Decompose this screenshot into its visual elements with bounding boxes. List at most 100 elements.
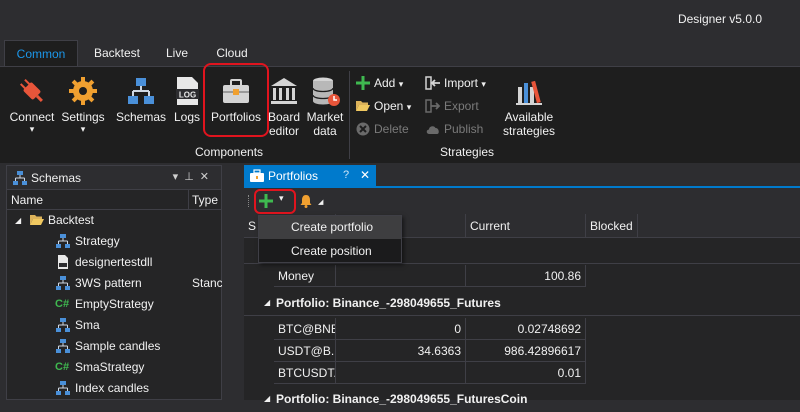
tree-item-label: Backtest (48, 213, 95, 227)
help-icon[interactable]: ? (343, 169, 349, 181)
tree-item-sma[interactable]: Sma (7, 315, 221, 336)
group-row[interactable]: ◢ Portfolio: Binance_-298049655_FuturesC… (244, 386, 800, 412)
portfolio-toolbar: ▾ ◢ (244, 188, 800, 214)
schema-icon (13, 171, 27, 185)
tab-live[interactable]: Live (156, 40, 198, 67)
cell-begin: 0 (336, 318, 466, 340)
export-strategy-button[interactable]: Export (425, 96, 479, 116)
ribbon-separator (349, 71, 350, 159)
tree-item-label: designertestdll (75, 255, 153, 269)
briefcase-icon (250, 169, 264, 182)
tree-item-sample-candles[interactable]: Sample candles (7, 336, 221, 357)
tree-item-label: Sma (75, 318, 100, 332)
column-header[interactable]: Current (466, 214, 586, 238)
bell-icon[interactable] (298, 193, 314, 209)
title-bar: Designer v5.0.0 (0, 0, 800, 40)
tree-item-label: SmaStrategy (75, 360, 145, 374)
cell-name: BTC@BNB (274, 318, 336, 340)
column-divider (188, 190, 189, 210)
close-icon[interactable]: ✕ (200, 171, 215, 183)
folder-open-icon (30, 215, 44, 225)
menu-item-create-position[interactable]: Create position (259, 240, 401, 263)
schemas-button[interactable]: Schemas (114, 67, 168, 124)
collapse-arrow-icon[interactable]: ◢ (264, 386, 270, 412)
csharp-icon: C# (55, 298, 70, 310)
ribbon: Connect ▾ Settings ▾ Schemas LOG Logs Po… (0, 63, 800, 163)
dropdown-arrow-icon[interactable]: ◢ (318, 198, 323, 206)
collapse-arrow-icon[interactable]: ◢ (15, 210, 21, 231)
schemas-panel: Schemas ▾⊥✕ Name Type ◢ Backtest Strateg… (6, 165, 223, 400)
dropdown-arrow-icon: ▾ (29, 124, 35, 134)
app-title: Designer v5.0.0 (677, 12, 762, 26)
delete-strategy-button[interactable]: Delete (355, 119, 409, 139)
tree-item-3ws-pattern[interactable]: 3WS pattern Stanc (7, 273, 223, 294)
plug-icon (19, 78, 43, 102)
column-type[interactable]: Type (192, 193, 218, 207)
log-file-icon: LOG (176, 77, 199, 105)
available-label-1: Available (504, 110, 554, 124)
tree-item-emptystrategy[interactable]: C# EmptyStrategy (7, 294, 221, 315)
import-strategy-button[interactable]: Import ▾ (425, 73, 486, 93)
svg-text:LOG: LOG (179, 91, 196, 100)
market-data-button[interactable]: Market data (304, 67, 346, 138)
cloud-icon (426, 126, 439, 134)
table-row[interactable]: BTC@BNB 0 0.02748692 (244, 318, 800, 340)
table-row[interactable]: BTCUSDT... 0.01 (244, 362, 800, 384)
collapse-arrow-icon[interactable]: ◢ (264, 290, 270, 316)
tree-item-smastrategy[interactable]: C# SmaStrategy (7, 357, 221, 378)
column-header[interactable]: Blocked (586, 214, 638, 238)
tree-item-backtest[interactable]: ◢ Backtest (7, 210, 221, 231)
tab-portfolios-label: Portfolios (268, 169, 319, 183)
tree-item-label: 3WS pattern (75, 276, 142, 290)
tree-item-label: Index candles (75, 381, 150, 395)
cell-name: Money (274, 265, 336, 287)
schemas-panel-title: Schemas (31, 171, 82, 185)
cell-current: 0.01 (466, 362, 586, 384)
cell-current: 0.02748692 (466, 318, 586, 340)
connect-button[interactable]: Connect ▾ (6, 67, 58, 134)
board-editor-button[interactable]: Board editor (264, 67, 304, 138)
tree-item-type: Stanc (192, 276, 223, 290)
delete-label: Delete (374, 122, 409, 136)
table-row[interactable]: Money 100.86 (244, 265, 800, 287)
tab-common[interactable]: Common (4, 40, 78, 67)
tree-item-designertestdll[interactable]: designertestdll (7, 252, 221, 273)
publish-label: Publish (444, 122, 484, 136)
tree-item-label: Sample candles (75, 339, 161, 353)
add-strategy-button[interactable]: Add ▾ (355, 73, 403, 93)
settings-label: Settings (61, 110, 105, 124)
tab-backtest[interactable]: Backtest (86, 40, 148, 67)
settings-button[interactable]: Settings ▾ (58, 67, 108, 134)
ribbon-tabs: Common Backtest Live Cloud (0, 40, 800, 67)
tree-item-label: EmptyStrategy (75, 297, 154, 311)
tab-portfolios[interactable]: Portfolios ? ✕ (244, 165, 376, 187)
dropdown-arrow-icon: ▾ (481, 79, 486, 89)
panel-splitter[interactable] (222, 165, 244, 400)
logs-button[interactable]: LOG Logs (170, 67, 204, 124)
logs-label: Logs (173, 110, 201, 124)
close-icon[interactable]: ✕ (360, 168, 370, 182)
table-row[interactable]: USDT@B... 34.6363 986.42896617 (244, 340, 800, 362)
tree-item-label: Strategy (75, 234, 120, 248)
panel-header-controls: ▾⊥✕ (173, 170, 215, 183)
open-strategy-button[interactable]: Open ▾ (355, 96, 411, 116)
board-editor-label-1: Board (267, 110, 301, 124)
menu-item-create-portfolio[interactable]: Create portfolio (259, 216, 401, 239)
available-label-2: strategies (502, 124, 556, 138)
tree-item-strategy[interactable]: Strategy (7, 231, 221, 252)
pane-menu-icon[interactable]: ▾ (173, 171, 185, 183)
publish-strategy-button[interactable]: Publish (425, 119, 483, 139)
open-label: Open (374, 99, 404, 113)
schema-icon (56, 381, 70, 395)
group-row[interactable]: ◢ Portfolio: Binance_-298049655_Futures (244, 290, 800, 316)
database-icon (312, 77, 340, 106)
cell-begin (336, 265, 466, 287)
dropdown-arrow-icon: ▾ (406, 102, 412, 112)
available-strategies-button[interactable]: Available strategies (500, 67, 558, 138)
column-name[interactable]: Name (11, 193, 43, 207)
gear-icon (69, 77, 97, 105)
schema-icon (56, 339, 70, 353)
cell-current: 986.42896617 (466, 340, 586, 362)
tree-item-index-candles[interactable]: Index candles (7, 378, 221, 399)
pin-icon[interactable]: ⊥ (184, 171, 200, 183)
